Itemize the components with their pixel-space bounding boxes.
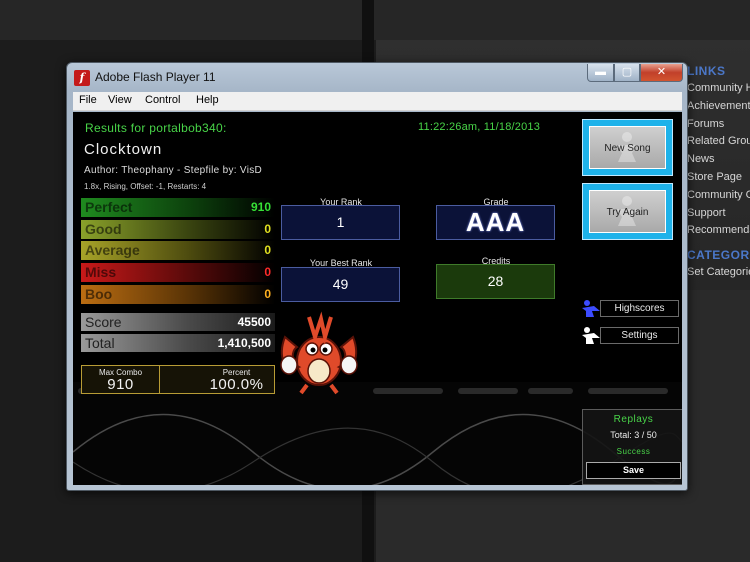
judgement-label: Perfect (85, 199, 133, 215)
replays-status: Success (616, 447, 651, 456)
sidebar-link-support[interactable]: Support (687, 205, 750, 223)
your-rank-box: 1 (281, 205, 400, 240)
judgement-value: 0 (264, 287, 271, 301)
replays-panel: Replays Total: 3 / 50 Success Save (582, 409, 682, 485)
judgement-label: Average (85, 242, 140, 258)
new-song-label: New Song (604, 143, 651, 154)
settings-button[interactable]: Settings (580, 326, 679, 345)
judgement-perfect: Perfect 910 (81, 198, 275, 217)
sidebar-link-recommendations[interactable]: Recommendations (687, 222, 750, 240)
steam-sidebar: LINKS Community Hub Achievements Forums … (687, 62, 750, 282)
judgement-label: Boo (85, 286, 113, 302)
menu-help[interactable]: Help (196, 94, 219, 106)
menu-file[interactable]: File (79, 94, 97, 106)
background-top (0, 0, 750, 40)
settings-label[interactable]: Settings (600, 327, 679, 344)
judgement-boo: Boo 0 (81, 285, 275, 304)
window-title: Adobe Flash Player 11 (95, 70, 216, 84)
judgement-average: Average 0 (81, 241, 275, 260)
judgement-value: 0 (264, 222, 271, 236)
score-label: Score (85, 314, 122, 330)
sidebar-link-community-hub[interactable]: Community Hub (687, 80, 750, 98)
flash-player-window: f Adobe Flash Player 11 ▬ ▢ ✕ File View … (66, 62, 688, 491)
try-again-button[interactable]: Try Again (582, 183, 673, 240)
highscores-label[interactable]: Highscores (600, 300, 679, 317)
total-row: Total 1,410,500 (81, 334, 275, 352)
combo-percent-box: Max Combo 910 Percent 100.0% (81, 365, 275, 394)
grade-box: AAA (436, 205, 555, 240)
sidebar-link-store-page[interactable]: Store Page (687, 169, 750, 187)
close-button[interactable]: ✕ (640, 64, 683, 82)
sidebar-link-set-categories[interactable]: Set Categories (687, 264, 750, 282)
max-combo-value: 910 (107, 376, 134, 393)
title-bar[interactable]: f Adobe Flash Player 11 ▬ ▢ ✕ (67, 63, 687, 91)
replays-total: Total: 3 / 50 (610, 430, 657, 440)
menu-bar: File View Control Help (73, 92, 682, 111)
judgement-good: Good 0 (81, 220, 275, 239)
judgement-value: 910 (250, 200, 271, 214)
categories-header: CATEGORIES (687, 248, 750, 263)
menu-control[interactable]: Control (145, 94, 180, 106)
credits-value: 28 (487, 273, 504, 289)
judgement-value: 0 (264, 265, 271, 279)
author-line: Author: Theophany - Stepfile by: VisD (84, 165, 263, 176)
try-again-button-face[interactable]: Try Again (589, 190, 666, 233)
highscores-button[interactable]: Highscores (580, 299, 679, 318)
sidebar-link-achievements[interactable]: Achievements (687, 98, 750, 116)
best-rank-value: 49 (332, 276, 349, 292)
game-canvas: Results for portalbob340: 11:22:26am, 11… (73, 112, 682, 485)
score-row: Score 45500 (81, 313, 275, 331)
best-rank-box: 49 (281, 267, 400, 302)
judgement-label: Good (85, 221, 122, 237)
new-song-button[interactable]: New Song (582, 119, 673, 176)
menu-view[interactable]: View (108, 94, 132, 106)
try-again-label: Try Again (606, 207, 649, 218)
new-song-button-face[interactable]: New Song (589, 126, 666, 169)
score-value: 45500 (237, 315, 271, 329)
combo-divider (159, 366, 160, 393)
judgement-miss: Miss 0 (81, 263, 275, 282)
save-replay-button[interactable]: Save (586, 462, 681, 479)
play-settings-line: 1.8x, Rising, Offset: -1, Restarts: 4 (84, 182, 207, 191)
song-title: Clocktown (84, 141, 163, 158)
sidebar-link-forums[interactable]: Forums (687, 116, 750, 134)
sidebar-link-news[interactable]: News (687, 151, 750, 169)
minimize-button[interactable]: ▬ (587, 64, 614, 82)
sidebar-link-community-guides[interactable]: Community Guides (687, 187, 750, 205)
crab-mascot-image (280, 311, 358, 395)
grade-value: AAA (465, 207, 526, 237)
sidebar-link-related-groups[interactable]: Related Groups (687, 133, 750, 151)
replays-title: Replays (613, 414, 654, 425)
results-header: Results for portalbob340: (85, 121, 227, 135)
flash-icon: f (74, 70, 90, 86)
total-label: Total (85, 335, 115, 351)
your-rank-value: 1 (336, 214, 345, 230)
judgement-label: Miss (85, 264, 117, 280)
maximize-button[interactable]: ▢ (614, 64, 640, 82)
credits-box: 28 (436, 264, 555, 299)
judgement-value: 0 (264, 243, 271, 257)
links-header: LINKS (687, 64, 726, 78)
results-timestamp: 11:22:26am, 11/18/2013 (418, 121, 541, 133)
percent-value: 100.0% (209, 376, 264, 393)
total-value: 1,410,500 (217, 336, 271, 350)
